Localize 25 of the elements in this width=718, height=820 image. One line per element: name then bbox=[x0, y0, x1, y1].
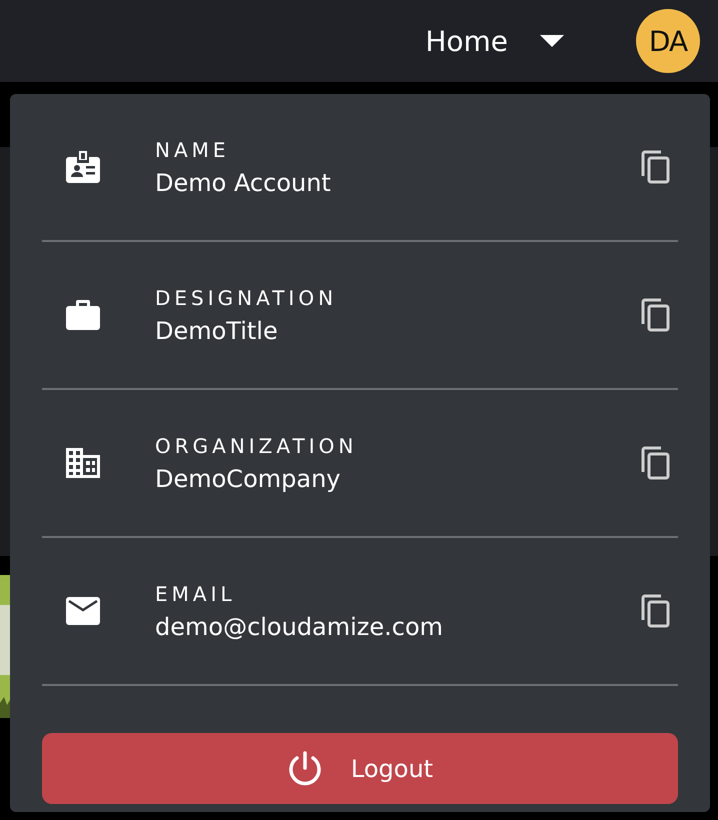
field-value: DemoCompany bbox=[155, 464, 342, 492]
mail-icon bbox=[66, 597, 100, 625]
copy-icon bbox=[640, 150, 670, 184]
id-badge-icon bbox=[66, 151, 100, 183]
field-value: demo@cloudamize.com bbox=[155, 612, 444, 640]
caret-icon bbox=[540, 35, 564, 47]
power-icon bbox=[286, 750, 323, 786]
field-label: ORGANIZATION bbox=[155, 434, 358, 458]
home-dropdown[interactable]: Home bbox=[425, 24, 564, 58]
briefcase-icon bbox=[66, 300, 100, 330]
copy-icon bbox=[640, 298, 670, 332]
copy-icon bbox=[640, 446, 670, 480]
copy-button[interactable] bbox=[640, 446, 670, 480]
user-avatar[interactable]: DA bbox=[636, 9, 700, 73]
field-label: NAME bbox=[155, 138, 231, 162]
field-label: EMAIL bbox=[155, 582, 237, 606]
copy-button[interactable] bbox=[640, 150, 670, 184]
logout-button[interactable]: Logout bbox=[42, 733, 678, 804]
copy-button[interactable] bbox=[640, 594, 670, 628]
building-icon bbox=[66, 448, 100, 478]
field-value: DemoTitle bbox=[155, 316, 279, 344]
copy-icon bbox=[640, 594, 670, 628]
field-label: DESIGNATION bbox=[155, 286, 338, 310]
field-value: Demo Account bbox=[155, 168, 332, 196]
copy-button[interactable] bbox=[640, 298, 670, 332]
